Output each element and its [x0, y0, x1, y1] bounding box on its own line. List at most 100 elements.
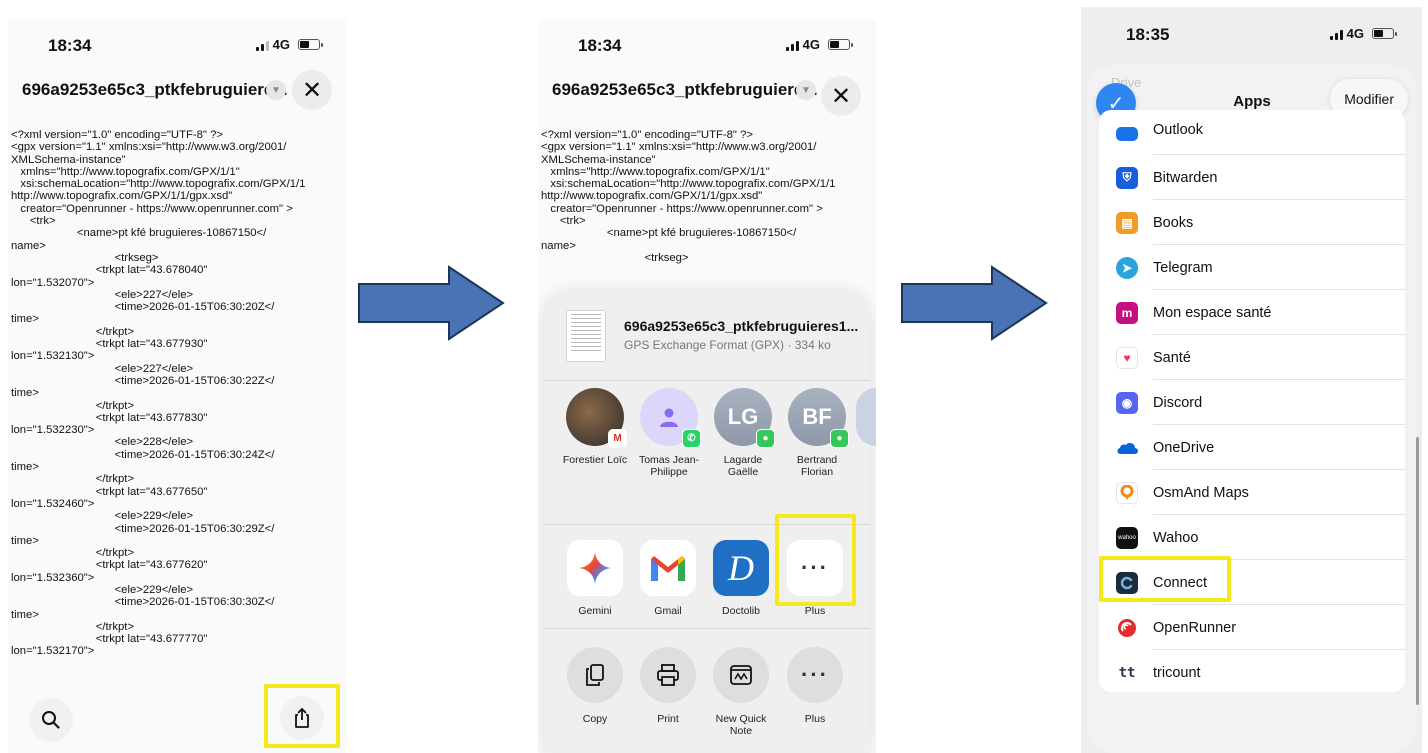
xml-line: time> — [11, 313, 39, 326]
share-file-name: 696a9253e65c3_ptkfebruguieres1... — [624, 318, 859, 334]
file-title: 696a9253e65c3_ptkfebruguiere... — [22, 80, 288, 99]
list-item-label: tricount — [1153, 664, 1201, 681]
health-heart-icon: ♥ — [1116, 346, 1138, 369]
person-icon — [660, 408, 678, 427]
chevron-down-icon[interactable]: ▼ — [266, 80, 286, 100]
list-item-telegram[interactable]: ➤ Telegram — [1099, 245, 1405, 290]
doctolib-icon: D — [713, 540, 769, 596]
action-quick-note[interactable]: New Quick Note — [710, 647, 772, 737]
app-gemini[interactable]: Gemini — [564, 540, 626, 617]
onedrive-cloud-icon — [1116, 437, 1138, 459]
telegram-icon: ➤ — [1116, 256, 1138, 279]
xml-line: <trkpt lat="43.678040" — [11, 264, 208, 277]
status-bar: 18:34 4G — [538, 20, 876, 72]
contact-tomas[interactable]: ✆ Tomas Jean-Philippe — [634, 388, 704, 478]
xml-line: <time>2026-01-15T06:30:20Z</ — [11, 301, 275, 314]
list-item-onedrive[interactable]: OneDrive — [1099, 425, 1405, 470]
share-file-meta: GPS Exchange Format (GPX) · 334 ko — [624, 338, 831, 352]
contact-forestier[interactable]: M Forestier Loïc — [560, 388, 630, 466]
contact-name: Forestier Loïc — [562, 454, 628, 466]
highlight-share-button — [264, 684, 340, 748]
xml-line: <?xml version="1.0" encoding="UTF-8" ?> — [11, 129, 223, 141]
xml-line: </trkpt> — [11, 325, 135, 338]
app-doctolib[interactable]: D Doctolib — [710, 540, 772, 617]
apps-sheet: Drive Apps ✓ Modifier Outlook ⛨ Bitwarde… — [1087, 65, 1417, 753]
xml-line: time> — [11, 461, 39, 474]
status-bar: 18:34 4G — [8, 20, 346, 72]
close-button[interactable]: ✕ — [821, 76, 861, 116]
xml-line: <trkpt lat="43.677620" — [11, 559, 208, 572]
xml-line: </trkpt> — [11, 399, 135, 412]
quick-note-icon — [713, 647, 769, 703]
list-item-sante[interactable]: ♥ Santé — [1099, 335, 1405, 380]
contact-peek[interactable] — [856, 388, 876, 446]
list-item-label: Books — [1153, 214, 1194, 231]
list-item-outlook[interactable]: Outlook — [1099, 110, 1405, 155]
outlook-icon — [1116, 127, 1138, 141]
contact-name: Bertrand Florian — [796, 454, 838, 478]
action-copy[interactable]: Copy — [564, 647, 626, 725]
signal-icon — [785, 39, 799, 51]
scrollbar[interactable] — [1416, 437, 1419, 705]
action-label: Print — [657, 713, 679, 725]
avatar: BF ● — [788, 388, 849, 448]
osmand-pin-icon — [1116, 481, 1138, 504]
app-label: Plus — [804, 605, 826, 617]
xml-line: <ele>229</ele> — [11, 510, 194, 523]
contact-lagarde[interactable]: LG ● Lagarde Gaëlle — [708, 388, 778, 478]
xml-line: creator="Openrunner - https://www.openru… — [541, 202, 823, 215]
xml-line: creator="Openrunner - https://www.openru… — [11, 202, 293, 215]
xml-line: <gpx version="1.1" xmlns:xsi="http://www… — [541, 141, 817, 154]
xml-line: <trkpt lat="43.677830" — [11, 411, 208, 424]
xml-line: <trk> — [541, 215, 586, 228]
list-item-tricount[interactable]: tt tricount — [1099, 650, 1405, 695]
openrunner-icon — [1116, 616, 1138, 639]
xml-line: <ele>227</ele> — [11, 288, 194, 301]
more-icon: ··· — [787, 647, 843, 703]
xml-line: </trkpt> — [11, 620, 135, 633]
xml-line: http://www.topografix.com/GPX/1/1/gpx.xs… — [11, 190, 233, 203]
action-print[interactable]: Print — [637, 647, 699, 725]
screenshot-stage: 18:34 4G 696a9253e65c3_ptkfebruguiere...… — [0, 0, 1428, 753]
xml-line: </trkpt> — [11, 547, 135, 560]
xml-line: </trkpt> — [11, 473, 135, 486]
status-bar: 18:35 4G — [1081, 7, 1422, 59]
xml-line: time> — [11, 608, 39, 621]
contact-bertrand[interactable]: BF ● Bertrand Florian — [782, 388, 852, 478]
status-network: 4G — [255, 37, 323, 52]
list-item-label: Santé — [1153, 349, 1191, 366]
gmail-badge-icon: M — [608, 429, 627, 448]
printer-icon — [640, 647, 696, 703]
messages-badge-icon: ● — [830, 429, 849, 448]
list-item-books[interactable]: ▤ Books — [1099, 200, 1405, 245]
search-button[interactable] — [29, 698, 73, 742]
battery-icon — [828, 39, 853, 50]
list-item-label: Wahoo — [1153, 529, 1199, 546]
xml-line: time> — [11, 387, 39, 400]
avatar-initials: BF — [802, 404, 832, 429]
xml-line: <trkpt lat="43.677770" — [11, 633, 208, 646]
xml-line: time> — [11, 534, 39, 547]
xml-line: XMLSchema-instance" — [541, 153, 656, 166]
chevron-down-icon[interactable]: ▼ — [796, 80, 816, 100]
close-button[interactable]: ✕ — [292, 70, 332, 110]
list-item-wahoo[interactable]: wahoo Wahoo — [1099, 515, 1405, 560]
xml-line: lon="1.532230"> — [11, 424, 95, 437]
list-item-discord[interactable]: ◉ Discord — [1099, 380, 1405, 425]
list-item-mon-espace-sante[interactable]: m Mon espace santé — [1099, 290, 1405, 335]
list-item-bitwarden[interactable]: ⛨ Bitwarden — [1099, 155, 1405, 200]
xml-line: xsi:schemaLocation="http://www.topografi… — [11, 178, 306, 191]
gmail-icon — [640, 540, 696, 596]
gemini-icon — [567, 540, 623, 596]
xml-line: <trkpt lat="43.677650" — [11, 485, 208, 498]
list-item-label: OsmAnd Maps — [1153, 484, 1249, 501]
list-item-openrunner[interactable]: OpenRunner — [1099, 605, 1405, 650]
tricount-icon: tt — [1116, 661, 1138, 684]
list-item-label: Discord — [1153, 394, 1203, 411]
contact-name: Tomas Jean-Philippe — [638, 454, 700, 478]
list-item-osmand[interactable]: OsmAnd Maps — [1099, 470, 1405, 515]
action-more[interactable]: ··· Plus — [784, 647, 846, 725]
app-gmail[interactable]: Gmail — [637, 540, 699, 617]
xml-line: name> — [11, 239, 46, 252]
signal-icon — [255, 39, 269, 51]
